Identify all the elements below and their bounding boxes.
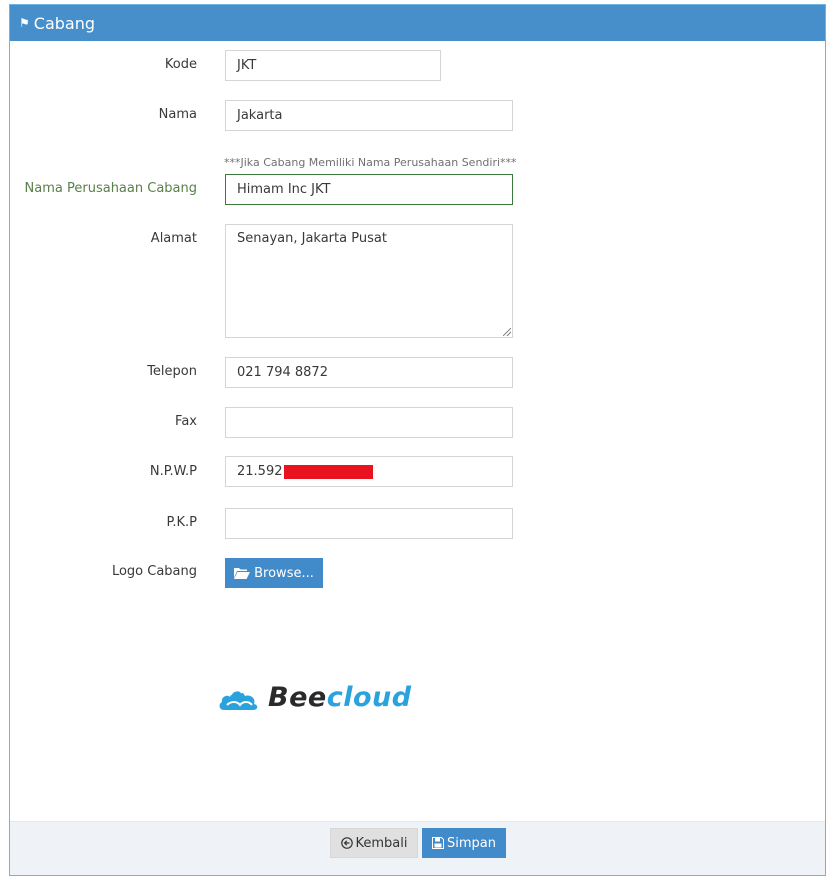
kembali-label: Kembali — [355, 835, 408, 851]
kode-input[interactable]: JKT — [225, 50, 441, 81]
browse-button[interactable]: Browse... — [225, 558, 323, 588]
pkp-label: P.K.P — [166, 515, 197, 530]
panel-title: Cabang — [33, 13, 95, 33]
npwp-label: N.P.W.P — [149, 464, 197, 479]
nama-input[interactable]: Jakarta — [225, 100, 513, 131]
simpan-label: Simpan — [447, 835, 496, 851]
logo-cabang-label: Logo Cabang — [111, 564, 197, 579]
arrow-left-circle-icon — [340, 837, 353, 849]
kembali-button[interactable]: Kembali — [330, 828, 418, 858]
fax-input[interactable] — [225, 407, 513, 438]
panel-header: ⚑ Cabang — [10, 5, 825, 41]
nama-label: Nama — [158, 107, 197, 122]
simpan-button[interactable]: Simpan — [422, 828, 506, 858]
kode-label: Kode — [164, 57, 197, 72]
browse-label: Browse... — [254, 565, 314, 581]
alamat-textarea[interactable]: Senayan, Jakarta Pusat — [225, 224, 513, 338]
alamat-label: Alamat — [150, 231, 197, 246]
brand-name-part1: Bee — [268, 682, 327, 713]
pkp-input[interactable] — [225, 508, 513, 539]
nama-perusahaan-hint: ***Jika Cabang Memiliki Nama Perusahaan … — [224, 156, 517, 169]
brand-logo-text: Beecloud — [268, 682, 412, 713]
fax-label: Fax — [175, 414, 197, 429]
nama-value: Jakarta — [237, 108, 283, 123]
telepon-value: 021 794 8872 — [237, 365, 328, 380]
folder-open-icon — [234, 568, 251, 579]
alamat-value: Senayan, Jakarta Pusat — [237, 231, 387, 246]
flag-icon: ⚑ — [19, 16, 30, 30]
nama-perusahaan-input[interactable]: Himam Inc JKT — [225, 174, 513, 205]
redaction-bar — [283, 464, 373, 479]
save-icon — [432, 837, 444, 849]
npwp-value: 21.592 — [237, 464, 283, 479]
nama-perusahaan-label: Nama Perusahaan Cabang — [24, 181, 197, 196]
form-footer: Kembali Simpan — [10, 821, 825, 875]
telepon-input[interactable]: 021 794 8872 — [225, 357, 513, 388]
logo-preview: Beecloud — [218, 682, 412, 713]
telepon-label: Telepon — [147, 364, 197, 379]
cloud-logo-icon — [219, 689, 258, 710]
nama-perusahaan-value: Himam Inc JKT — [237, 182, 331, 197]
resize-handle-icon[interactable] — [503, 328, 511, 336]
cabang-panel: ⚑ Cabang Kode JKT Nama Jakarta ***Jika C… — [9, 4, 826, 876]
brand-name-part2: cloud — [326, 682, 412, 713]
kode-value: JKT — [237, 58, 257, 73]
npwp-input[interactable]: 21.592 — [225, 456, 513, 487]
